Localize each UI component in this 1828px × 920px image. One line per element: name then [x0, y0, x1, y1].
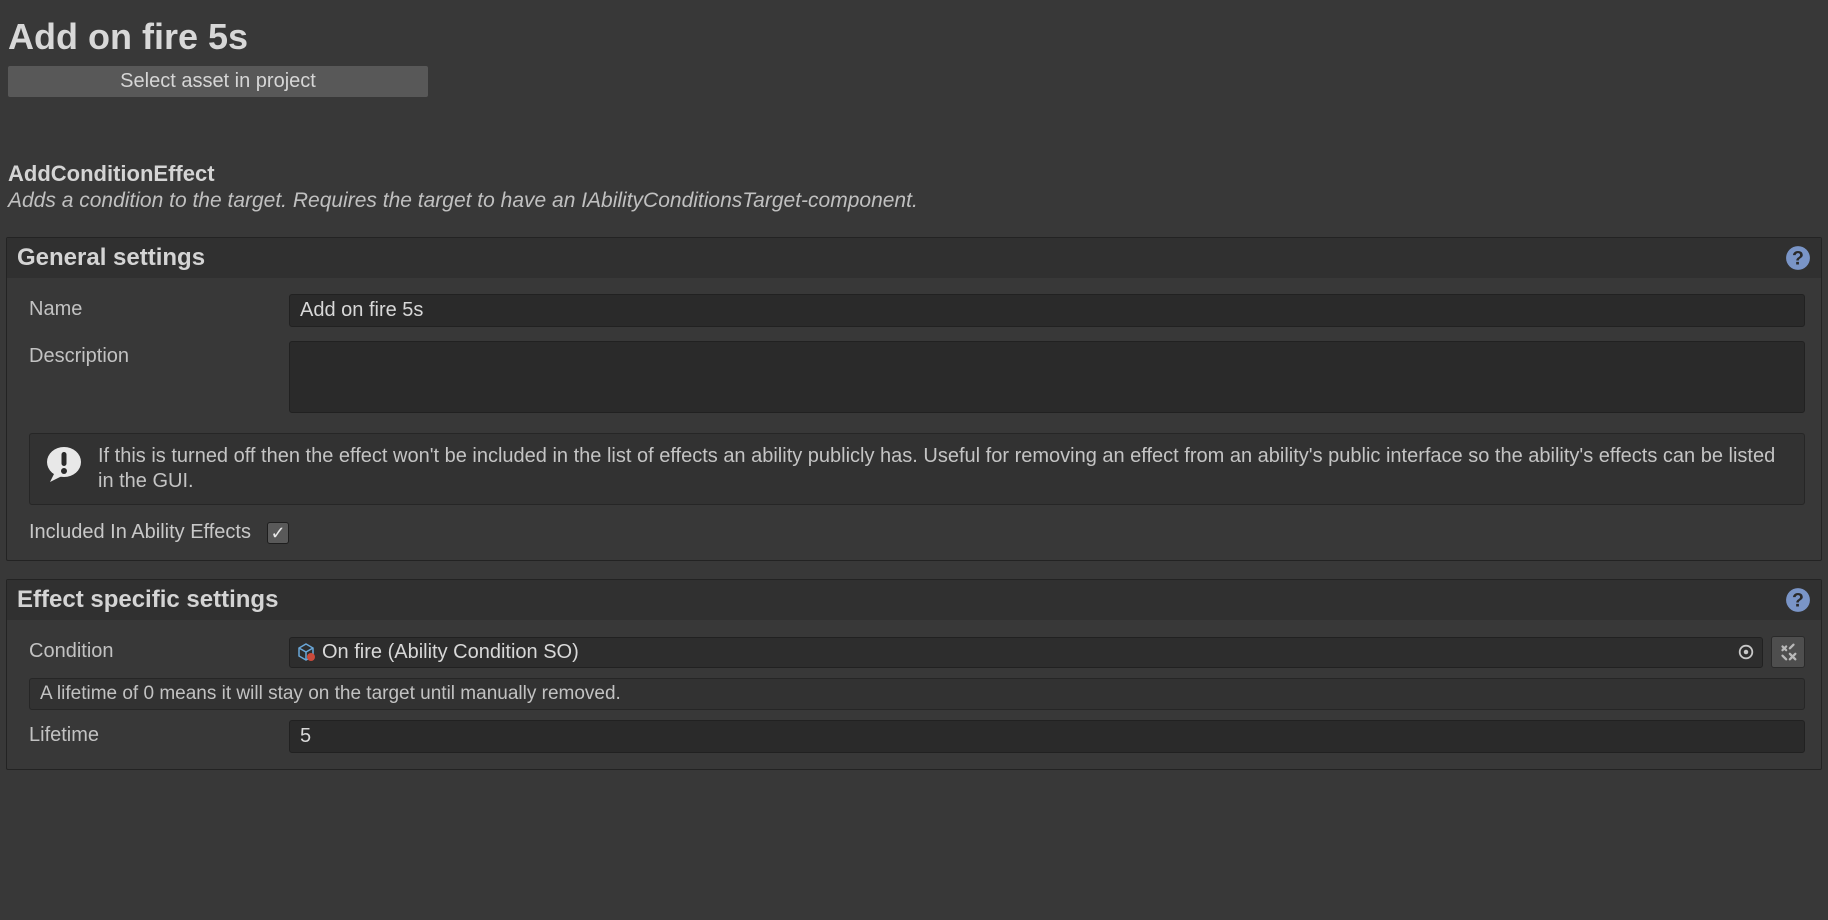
condition-object-field[interactable]: On fire (Ability Condition SO)	[289, 637, 1763, 668]
info-icon	[44, 444, 84, 484]
object-picker-icon[interactable]	[1736, 642, 1756, 662]
help-icon[interactable]: ?	[1785, 245, 1811, 271]
effect-description: Adds a condition to the target. Requires…	[8, 189, 1820, 213]
effect-specific-header: Effect specific settings ?	[7, 580, 1821, 620]
help-icon[interactable]: ?	[1785, 587, 1811, 613]
included-info-text: If this is turned off then the effect wo…	[98, 444, 1790, 494]
name-input[interactable]	[289, 294, 1805, 327]
svg-text:?: ?	[1792, 248, 1804, 270]
scriptable-object-icon	[296, 642, 316, 662]
general-settings-title: General settings	[17, 244, 205, 272]
description-label: Description	[29, 341, 289, 368]
header: Add on fire 5s Select asset in project	[0, 0, 1828, 105]
effect-specific-section: Effect specific settings ? Condition On …	[6, 579, 1822, 770]
lifetime-label: Lifetime	[29, 720, 289, 747]
description-input[interactable]	[289, 341, 1805, 413]
included-info-box: If this is turned off then the effect wo…	[29, 433, 1805, 505]
condition-value: On fire (Ability Condition SO)	[322, 641, 579, 664]
lifetime-input[interactable]	[289, 720, 1805, 753]
general-settings-section: General settings ? Name Description	[6, 237, 1822, 561]
effect-class-name: AddConditionEffect	[8, 161, 1820, 187]
page-title: Add on fire 5s	[8, 16, 1820, 58]
edit-condition-button[interactable]	[1771, 636, 1805, 668]
included-checkbox[interactable]	[267, 522, 289, 544]
included-label: Included In Ability Effects	[29, 521, 251, 544]
name-label: Name	[29, 294, 289, 321]
effect-specific-title: Effect specific settings	[17, 586, 278, 614]
effect-meta: AddConditionEffect Adds a condition to t…	[0, 161, 1828, 231]
svg-text:?: ?	[1792, 590, 1804, 612]
condition-label: Condition	[29, 636, 289, 663]
lifetime-hint: A lifetime of 0 means it will stay on th…	[29, 678, 1805, 710]
select-asset-button[interactable]: Select asset in project	[8, 66, 428, 97]
general-settings-header: General settings ?	[7, 238, 1821, 278]
